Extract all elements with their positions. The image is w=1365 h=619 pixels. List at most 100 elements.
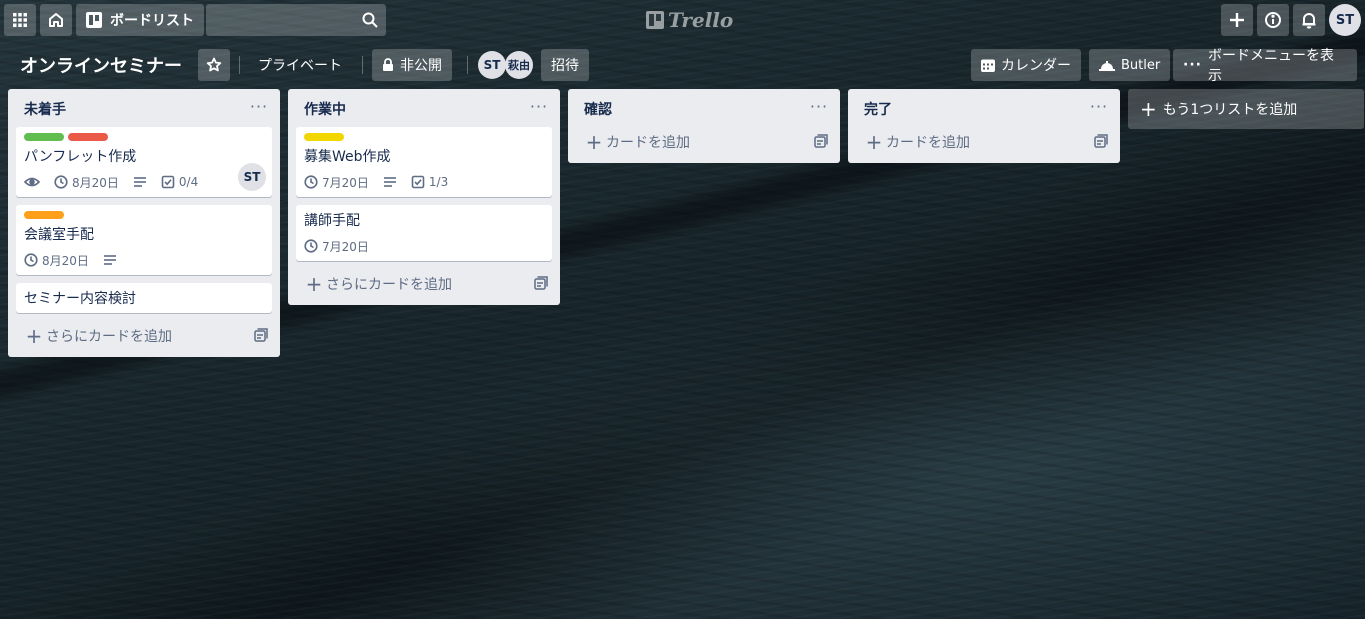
list-header[interactable]: 完了 ··· xyxy=(848,89,1120,127)
add-card-button[interactable]: + カードを追加 xyxy=(856,127,1112,157)
card[interactable]: 募集Web作成 7月20日 1/3 xyxy=(296,127,552,197)
due-date-badge[interactable]: 7月20日 xyxy=(304,238,369,255)
card[interactable]: セミナー内容検討 xyxy=(16,283,272,313)
plus-icon: + xyxy=(1140,97,1157,121)
divider xyxy=(362,56,363,74)
template-icon[interactable] xyxy=(814,134,828,148)
card[interactable]: パンフレット作成 8月20日 0/4 ST xyxy=(16,127,272,197)
due-date-badge[interactable]: 8月20日 xyxy=(54,174,119,191)
card-member-avatar[interactable]: ST xyxy=(238,163,266,191)
user-avatar[interactable]: ST xyxy=(1329,4,1361,36)
star-icon xyxy=(206,57,222,72)
star-button[interactable] xyxy=(198,49,230,81)
top-header: ボードリスト Trello ST xyxy=(0,0,1365,40)
list-title[interactable]: 未着手 xyxy=(24,99,66,119)
checklist-icon xyxy=(161,175,175,189)
clock-icon xyxy=(54,175,68,189)
divider xyxy=(467,56,468,74)
label-green[interactable] xyxy=(24,133,64,141)
description-icon xyxy=(103,255,116,265)
label-orange[interactable] xyxy=(24,211,64,219)
clock-icon xyxy=(304,175,318,189)
list-header[interactable]: 作業中 ··· xyxy=(288,89,560,127)
butler-button[interactable]: Butler xyxy=(1089,49,1171,81)
board-menu-button[interactable]: ··· ボードメニューを表示 xyxy=(1173,48,1357,84)
card-labels xyxy=(24,211,264,219)
checklist-badge: 1/3 xyxy=(411,175,448,189)
plus-icon: + xyxy=(25,324,43,348)
home-button[interactable] xyxy=(40,4,72,36)
member-avatar[interactable]: ST xyxy=(478,51,506,79)
board-title[interactable]: オンラインセミナー xyxy=(12,48,190,82)
label-yellow[interactable] xyxy=(304,133,344,141)
card-labels xyxy=(304,133,544,141)
card-badges: 8月20日 0/4 xyxy=(24,171,264,193)
list-menu-icon[interactable]: ··· xyxy=(808,97,830,117)
due-date-badge[interactable]: 8月20日 xyxy=(24,252,89,269)
boards-button[interactable]: ボードリスト xyxy=(76,4,204,36)
list-title[interactable]: 確認 xyxy=(584,99,612,119)
add-list-button[interactable]: + もう1つリストを追加 xyxy=(1128,89,1364,129)
trello-logo-icon xyxy=(646,11,664,29)
bell-icon xyxy=(1302,13,1316,29)
search-icon[interactable] xyxy=(362,12,378,28)
description-icon xyxy=(383,177,396,187)
boards-label: ボードリスト xyxy=(110,13,194,29)
eye-icon xyxy=(24,177,40,187)
list-menu-icon[interactable]: ··· xyxy=(248,97,270,117)
card-labels xyxy=(24,133,264,141)
card-title: 講師手配 xyxy=(304,213,360,229)
search-box[interactable] xyxy=(206,4,386,36)
list-menu-icon[interactable]: ··· xyxy=(528,97,550,117)
due-date-badge[interactable]: 7月20日 xyxy=(304,174,369,191)
create-button[interactable] xyxy=(1221,4,1253,36)
search-input[interactable] xyxy=(206,4,356,36)
member-avatar[interactable]: 萩由 xyxy=(505,51,533,79)
info-icon xyxy=(1265,12,1281,28)
boards-icon xyxy=(86,12,102,28)
logo-text: Trello xyxy=(668,8,734,32)
label-red[interactable] xyxy=(68,133,108,141)
privacy-button[interactable]: 非公開 xyxy=(372,49,452,81)
butler-icon xyxy=(1099,61,1115,71)
clock-icon xyxy=(304,239,318,253)
apps-button[interactable] xyxy=(4,4,36,36)
description-badge xyxy=(133,176,147,188)
template-icon[interactable] xyxy=(254,328,268,342)
list-title[interactable]: 作業中 xyxy=(304,99,346,119)
add-card-button[interactable]: + さらにカードを追加 xyxy=(296,269,552,299)
list-review: 確認 ··· + カードを追加 xyxy=(568,89,840,163)
description-badge xyxy=(103,254,117,266)
invite-button[interactable]: 招待 xyxy=(541,49,589,81)
add-card-button[interactable]: + さらにカードを追加 xyxy=(16,321,272,351)
plus-icon: + xyxy=(305,272,323,296)
list-title[interactable]: 完了 xyxy=(864,99,892,119)
template-icon[interactable] xyxy=(1094,134,1108,148)
list-header[interactable]: 未着手 ··· xyxy=(8,89,280,127)
apps-grid-icon xyxy=(13,13,27,27)
divider xyxy=(239,56,240,74)
card[interactable]: 講師手配 7月20日 xyxy=(296,205,552,261)
card[interactable]: 会議室手配 8月20日 xyxy=(16,205,272,275)
info-button[interactable] xyxy=(1257,4,1289,36)
calendar-icon xyxy=(981,59,995,72)
card-badges: 8月20日 xyxy=(24,249,264,271)
watch-badge xyxy=(24,176,40,188)
plus-icon: + xyxy=(585,130,603,154)
lock-icon xyxy=(383,58,393,71)
calendar-button[interactable]: カレンダー xyxy=(971,49,1081,81)
template-icon[interactable] xyxy=(534,276,548,290)
card-title: セミナー内容検討 xyxy=(24,291,136,307)
checklist-icon xyxy=(411,175,425,189)
list-menu-icon[interactable]: ··· xyxy=(1088,97,1110,117)
description-badge xyxy=(383,176,397,188)
notifications-button[interactable] xyxy=(1293,4,1325,36)
add-card-button[interactable]: + カードを追加 xyxy=(576,127,832,157)
card-title: 会議室手配 xyxy=(24,227,94,243)
trello-logo[interactable]: Trello xyxy=(646,8,733,32)
list-todo: 未着手 ··· パンフレット作成 8月20日 0/4 ST 会議室手配 8月20… xyxy=(8,89,280,357)
description-icon xyxy=(133,177,146,187)
team-visibility-button[interactable]: プライベート xyxy=(248,49,352,81)
list-header[interactable]: 確認 ··· xyxy=(568,89,840,127)
ellipsis-icon: ··· xyxy=(1183,57,1202,73)
